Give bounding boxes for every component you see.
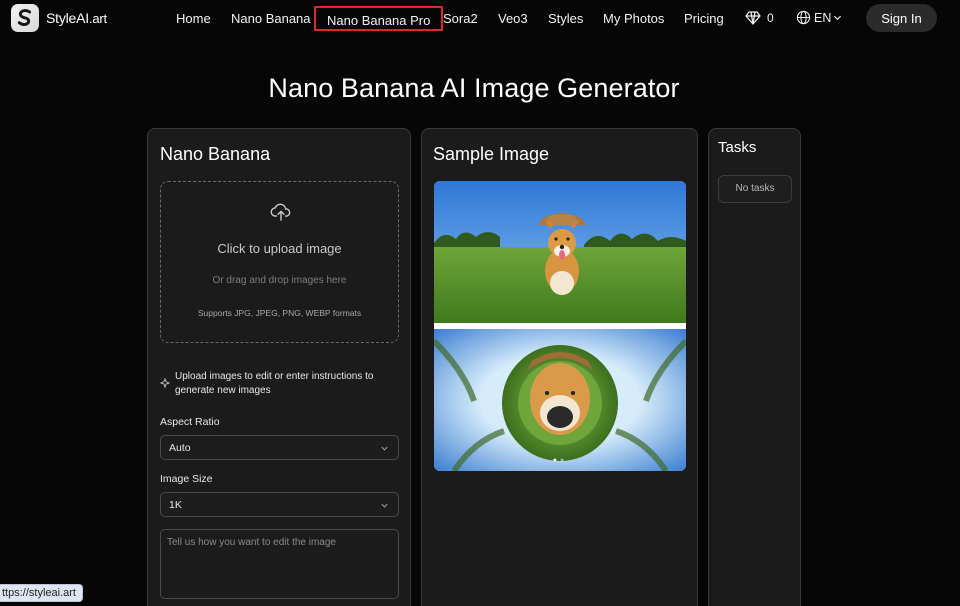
language-selector[interactable]: EN (814, 11, 831, 25)
nav-pricing[interactable]: Pricing (684, 11, 724, 26)
brand-name[interactable]: StyleAI.art (46, 10, 107, 26)
image-size-select[interactable]: 1K (160, 492, 399, 517)
generator-panel: Nano Banana Click to upload image Or dra… (147, 128, 411, 606)
upload-formats: Supports JPG, JPEG, PNG, WEBP formats (197, 308, 362, 318)
tasks-panel: Tasks No tasks (708, 128, 801, 606)
sample-photo-illustration (434, 181, 686, 471)
upload-dropzone[interactable]: Click to upload image Or drag and drop i… (160, 181, 399, 343)
chevron-down-icon (381, 503, 388, 508)
aspect-ratio-label: Aspect Ratio (160, 416, 220, 428)
logo-icon[interactable] (11, 4, 39, 32)
globe-icon[interactable] (796, 10, 811, 25)
chevron-down-icon (381, 446, 388, 451)
image-size-label: Image Size (160, 473, 213, 485)
top-nav: StyleAI.art Home Nano Banana Nano Banana… (0, 0, 960, 36)
page-title: Nano Banana AI Image Generator (268, 73, 680, 103)
sparkle-icon (160, 378, 170, 388)
nav-styles[interactable]: Styles (548, 11, 583, 26)
sample-title: Sample Image (433, 144, 550, 164)
nav-home[interactable]: Home (176, 11, 211, 26)
nav-my-photos[interactable]: My Photos (603, 11, 664, 26)
credits-count: 0 (767, 11, 774, 25)
diamond-icon[interactable] (745, 10, 761, 26)
no-tasks-label: No tasks (718, 175, 792, 203)
aspect-ratio-value: Auto (169, 442, 191, 454)
nav-sora2[interactable]: Sora2 (443, 11, 478, 26)
upload-title: Click to upload image (217, 241, 342, 256)
tasks-title: Tasks (718, 139, 757, 156)
sample-image: ●● (434, 181, 686, 471)
nav-veo3[interactable]: Veo3 (498, 11, 528, 26)
nav-nano-banana-pro[interactable]: Nano Banana Pro (314, 6, 444, 31)
image-size-value: 1K (169, 499, 182, 511)
aspect-ratio-select[interactable]: Auto (160, 435, 399, 460)
chevron-down-icon[interactable] (833, 13, 842, 22)
generator-title: Nano Banana (160, 144, 271, 164)
sign-in-button[interactable]: Sign In (866, 4, 937, 32)
instruction-hint: Upload images to edit or enter instructi… (175, 371, 374, 396)
upload-subtitle: Or drag and drop images here (212, 275, 347, 286)
status-bar-url: ttps://styleai.art (0, 584, 83, 602)
sample-panel: Sample Image ●● (421, 128, 698, 606)
prompt-textarea[interactable] (160, 529, 399, 599)
carousel-dots[interactable]: ●● (434, 457, 686, 464)
cloud-upload-icon (270, 203, 291, 221)
nav-nano-banana[interactable]: Nano Banana (231, 11, 311, 26)
